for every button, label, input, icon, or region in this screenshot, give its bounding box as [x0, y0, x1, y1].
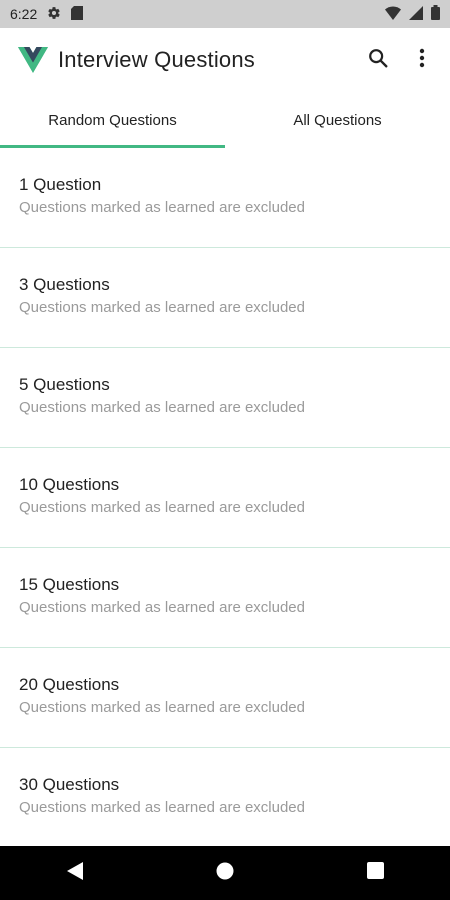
list-item-title: 1 Question [19, 175, 102, 194]
list-item-title: 20 Questions [19, 675, 120, 694]
list-item[interactable]: 15 Questions Questions marked as learned… [0, 548, 450, 648]
tab-all-questions[interactable]: All Questions [225, 92, 450, 148]
list-item[interactable]: 30 Questions Questions marked as learned… [0, 748, 450, 848]
recents-icon [366, 862, 384, 884]
app-bar: Interview Questions [0, 28, 450, 92]
list-item-subtitle: Questions marked as learned are excluded [19, 499, 305, 516]
battery-icon [431, 5, 440, 23]
back-icon [67, 861, 83, 885]
search-icon [367, 47, 389, 74]
status-bar: 6:22 [0, 0, 450, 28]
app-title: Interview Questions [58, 47, 255, 72]
tab-random-questions[interactable]: Random Questions [0, 92, 225, 148]
home-icon [216, 862, 234, 885]
list-item[interactable]: 3 Questions Questions marked as learned … [0, 248, 450, 348]
search-button[interactable] [356, 38, 400, 82]
sd-card-icon [71, 5, 84, 23]
home-button[interactable] [195, 846, 255, 900]
status-time: 6:22 [10, 6, 38, 22]
list-item-subtitle: Questions marked as learned are excluded [19, 399, 305, 416]
back-button[interactable] [45, 846, 105, 900]
more-options-button[interactable] [400, 38, 444, 82]
tab-label: Random Questions [48, 111, 177, 129]
list-item-subtitle: Questions marked as learned are excluded [19, 799, 305, 816]
signal-icon [409, 5, 423, 23]
recents-button[interactable] [345, 846, 405, 900]
list-item-title: 10 Questions [19, 475, 120, 494]
list-item-title: 5 Questions [19, 375, 110, 394]
system-nav-bar [0, 846, 450, 900]
list-item-subtitle: Questions marked as learned are excluded [19, 199, 305, 216]
tab-label: All Questions [293, 111, 382, 129]
list-item-title: 3 Questions [19, 275, 110, 294]
more-vert-icon [419, 48, 425, 73]
list-item-subtitle: Questions marked as learned are excluded [19, 599, 305, 616]
question-count-list: 1 Question Questions marked as learned a… [0, 148, 450, 848]
list-item[interactable]: 10 Questions Questions marked as learned… [0, 448, 450, 548]
list-item[interactable]: 1 Question Questions marked as learned a… [0, 148, 450, 248]
list-item-subtitle: Questions marked as learned are excluded [19, 299, 305, 316]
list-item[interactable]: 20 Questions Questions marked as learned… [0, 648, 450, 748]
list-item[interactable]: 5 Questions Questions marked as learned … [0, 348, 450, 448]
wifi-icon [385, 6, 401, 23]
list-item-subtitle: Questions marked as learned are excluded [19, 699, 305, 716]
tab-bar: Random Questions All Questions [0, 92, 450, 148]
vue-logo-icon [18, 47, 48, 73]
list-item-title: 30 Questions [19, 775, 120, 794]
list-item-title: 15 Questions [19, 575, 120, 594]
gear-icon [47, 6, 61, 23]
